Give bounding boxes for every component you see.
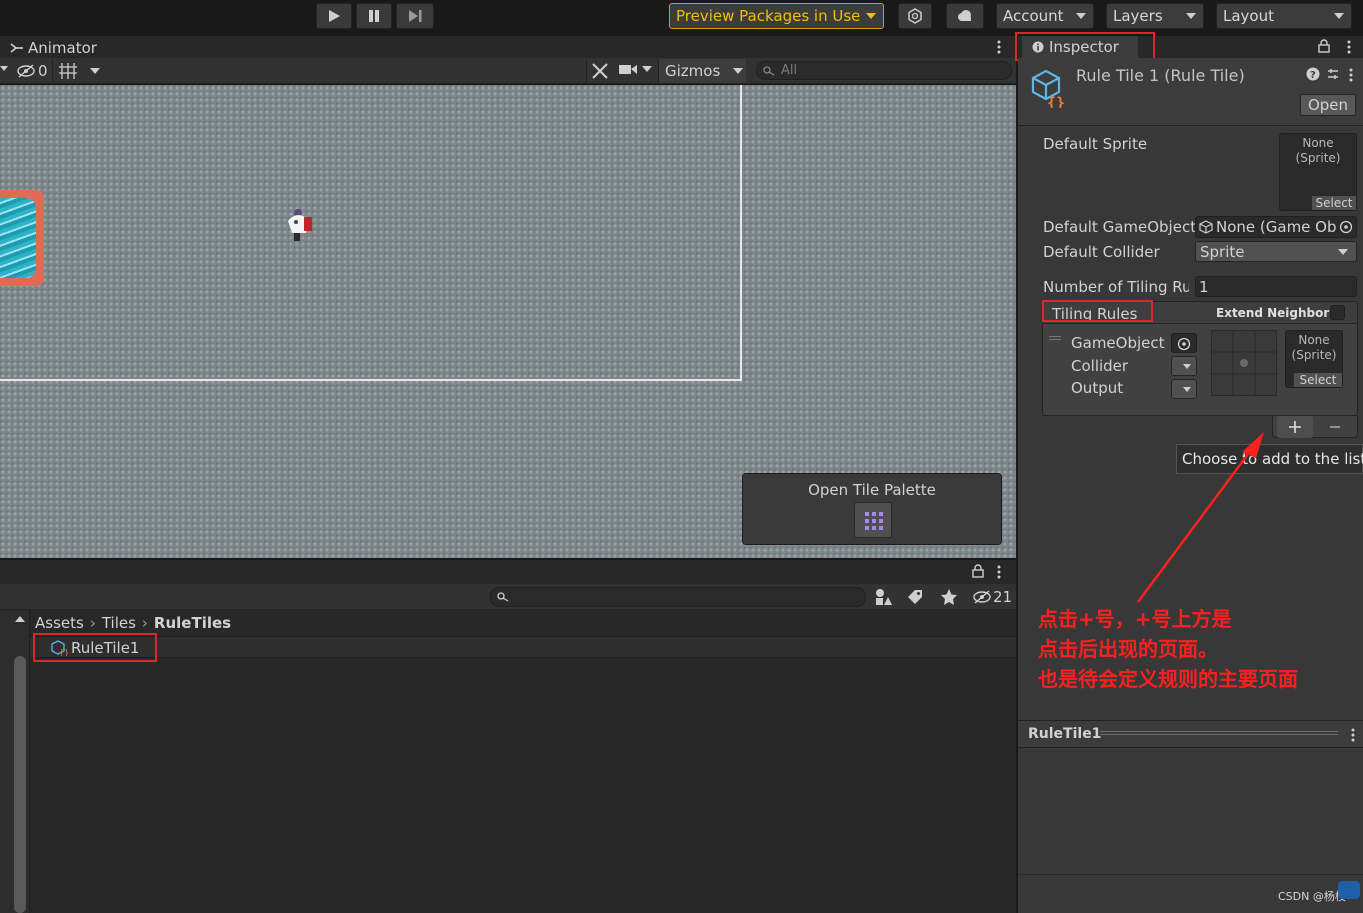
annotation-line-3: 也是待会定义规则的主要页面 xyxy=(1038,667,1298,691)
annotation-line-1: 点击+号，+号上方是 xyxy=(1038,607,1232,631)
annotation-arrow xyxy=(1136,432,1264,603)
annotation-text: 点击+号，+号上方是 点击后出现的页面。 也是待会定义规则的主要页面 xyxy=(1038,604,1298,694)
annotation-line-2: 点击后出现的页面。 xyxy=(1038,637,1218,661)
